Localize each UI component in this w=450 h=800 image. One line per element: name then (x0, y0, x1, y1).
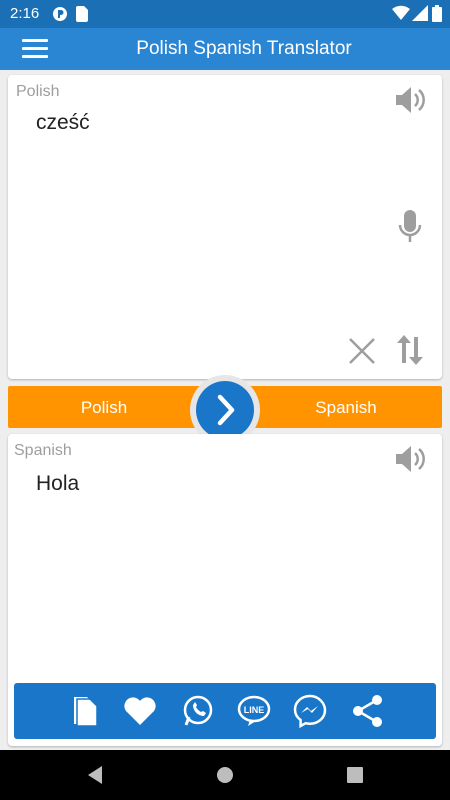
status-time: 2:16 (10, 5, 40, 22)
whatsapp-icon[interactable] (180, 693, 216, 729)
speaker-icon[interactable] (394, 85, 428, 120)
app-bar: Polish Spanish Translator (0, 28, 450, 70)
source-language-label: Polish (16, 83, 60, 100)
recents-icon[interactable] (346, 765, 364, 790)
target-language-button[interactable]: Spanish (271, 398, 421, 418)
wifi-icon (392, 5, 410, 26)
source-panel: Polish cześć (8, 75, 442, 379)
target-language-label: Spanish (14, 442, 72, 459)
chevron-right-icon (217, 394, 235, 426)
battery-icon (432, 5, 442, 27)
translate-button[interactable] (196, 381, 254, 439)
microphone-icon[interactable] (398, 209, 422, 250)
svg-text:LINE: LINE (244, 705, 265, 715)
system-nav-bar (0, 750, 450, 800)
line-icon[interactable]: LINE (236, 693, 272, 729)
home-icon[interactable] (216, 765, 234, 790)
target-text-output: Hola (36, 472, 80, 495)
action-bar: LINE (14, 683, 436, 739)
status-bar: 2:16 (0, 0, 450, 28)
swap-vertical-icon[interactable] (396, 333, 424, 372)
clear-icon[interactable] (348, 337, 376, 370)
share-icon[interactable] (350, 693, 386, 729)
speaker-icon[interactable] (394, 444, 428, 479)
signal-icon (412, 5, 428, 26)
source-language-button[interactable]: Polish (29, 398, 179, 418)
app-title: Polish Spanish Translator (136, 38, 352, 59)
vpn-icon (52, 6, 68, 27)
back-icon[interactable] (86, 765, 104, 790)
messenger-icon[interactable] (292, 693, 328, 729)
sim-icon (76, 6, 88, 27)
copy-icon[interactable] (66, 693, 102, 729)
favorite-icon[interactable] (122, 693, 158, 729)
source-text-input[interactable]: cześć (36, 111, 90, 135)
